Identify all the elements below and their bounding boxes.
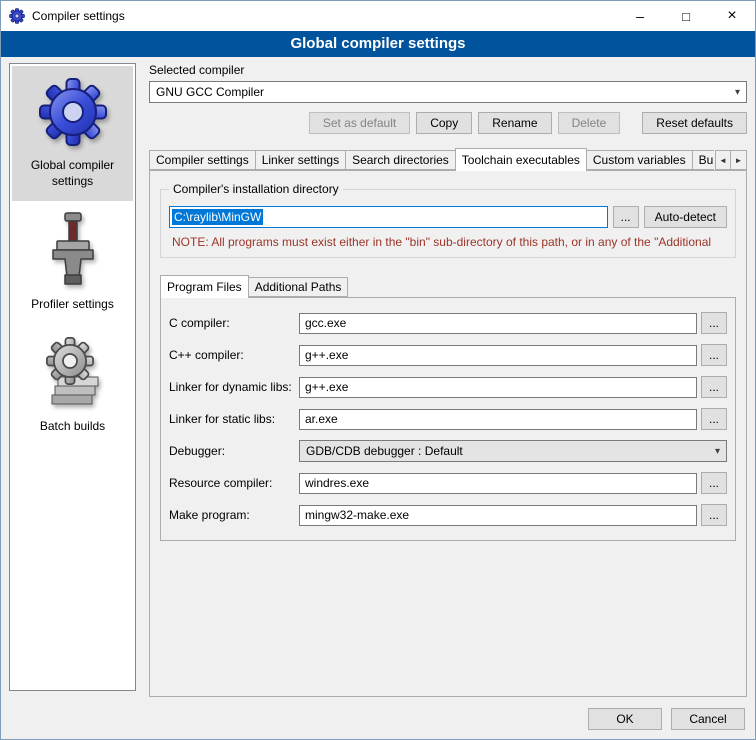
program-files-panel: C compiler: gcc.exe ... C++ compiler: g+…: [160, 297, 736, 541]
install-dir-input[interactable]: C:\raylib\MinGW: [169, 206, 608, 228]
linker-static-value: ar.exe: [305, 412, 338, 426]
c-compiler-browse-button[interactable]: ...: [701, 312, 727, 334]
toolchain-executables-panel: Compiler's installation directory C:\ray…: [149, 170, 747, 697]
tab-toolchain-executables[interactable]: Toolchain executables: [455, 148, 587, 171]
main-panel: Selected compiler GNU GCC Compiler ▾ Set…: [149, 63, 747, 697]
linker-dynamic-label: Linker for dynamic libs:: [167, 380, 295, 394]
settings-category-list: Global compiler settings Profiler se: [9, 63, 136, 691]
settings-tab-bar: Compiler settings Linker settings Search…: [149, 148, 747, 171]
debugger-value: GDB/CDB debugger : Default: [306, 444, 463, 458]
linker-dynamic-value: g++.exe: [305, 380, 348, 394]
cpp-compiler-label: C++ compiler:: [167, 348, 295, 362]
c-compiler-label: C compiler:: [167, 316, 295, 330]
selected-compiler-label: Selected compiler: [149, 63, 747, 77]
linker-dynamic-browse-button[interactable]: ...: [701, 376, 727, 398]
dialog-header: Global compiler settings: [1, 31, 755, 57]
tab-scroll-right-button[interactable]: ►: [731, 150, 747, 170]
resource-compiler-label: Resource compiler:: [167, 476, 295, 490]
make-program-label: Make program:: [167, 508, 295, 522]
sidebar-item-label: Profiler settings: [31, 297, 114, 313]
dialog-footer: OK Cancel: [588, 708, 745, 730]
maximize-button[interactable]: □: [663, 1, 709, 31]
title-bar: Compiler settings – □ ×: [1, 1, 755, 31]
program-files-tab-bar: Program Files Additional Paths: [160, 275, 736, 298]
selected-compiler-value: GNU GCC Compiler: [156, 85, 264, 99]
tab-program-files[interactable]: Program Files: [160, 275, 249, 298]
resource-compiler-browse-button[interactable]: ...: [701, 472, 727, 494]
make-program-browse-button[interactable]: ...: [701, 504, 727, 526]
toolchain-fields: C compiler: gcc.exe ... C++ compiler: g+…: [167, 312, 727, 526]
sidebar-item-profiler-settings[interactable]: Profiler settings: [12, 201, 133, 325]
batch-builds-gear-icon: [40, 335, 106, 409]
dialog-body: Global compiler settings Profiler se: [1, 57, 755, 739]
sidebar-item-global-compiler-settings[interactable]: Global compiler settings: [12, 66, 133, 201]
cpp-compiler-browse-button[interactable]: ...: [701, 344, 727, 366]
linker-static-input[interactable]: ar.exe: [299, 409, 697, 430]
chevron-down-icon: ▾: [735, 87, 740, 98]
app-icon: [9, 8, 25, 24]
chevron-down-icon: ▾: [715, 446, 720, 457]
tab-scroll-left-button[interactable]: ◄: [715, 150, 731, 170]
debugger-select[interactable]: GDB/CDB debugger : Default ▾: [299, 440, 727, 462]
global-compiler-gear-icon: [37, 76, 109, 148]
debugger-label: Debugger:: [167, 444, 295, 458]
installation-directory-group: Compiler's installation directory C:\ray…: [160, 189, 736, 258]
sidebar-item-label: Global compiler settings: [16, 158, 129, 189]
copy-button[interactable]: Copy: [416, 112, 472, 134]
minimize-button[interactable]: –: [617, 1, 663, 31]
rename-button[interactable]: Rename: [478, 112, 551, 134]
ok-button[interactable]: OK: [588, 708, 662, 730]
cpp-compiler-input[interactable]: g++.exe: [299, 345, 697, 366]
linker-static-browse-button[interactable]: ...: [701, 408, 727, 430]
make-program-value: mingw32-make.exe: [305, 508, 409, 522]
caption-buttons: – □ ×: [617, 1, 755, 31]
close-button[interactable]: ×: [709, 1, 755, 31]
installation-directory-group-title: Compiler's installation directory: [169, 182, 343, 196]
window-title: Compiler settings: [32, 9, 125, 23]
install-dir-selected-text: C:\raylib\MinGW: [172, 209, 263, 225]
installation-directory-row: C:\raylib\MinGW ... Auto-detect: [169, 206, 727, 228]
auto-detect-button[interactable]: Auto-detect: [644, 206, 727, 228]
tab-additional-paths[interactable]: Additional Paths: [248, 277, 349, 297]
linker-dynamic-input[interactable]: g++.exe: [299, 377, 697, 398]
note-text: NOTE: All programs must exist either in …: [169, 235, 727, 249]
tab-search-directories[interactable]: Search directories: [345, 150, 456, 170]
c-compiler-input[interactable]: gcc.exe: [299, 313, 697, 334]
sidebar-item-batch-builds[interactable]: Batch builds: [12, 325, 133, 447]
cpp-compiler-value: g++.exe: [305, 348, 348, 362]
tab-linker-settings[interactable]: Linker settings: [255, 150, 346, 170]
tab-scroll-arrows: ◄ ►: [714, 150, 747, 170]
sidebar-item-label: Batch builds: [40, 419, 105, 435]
selected-compiler-combobox[interactable]: GNU GCC Compiler ▾: [149, 81, 747, 103]
delete-button[interactable]: Delete: [558, 112, 621, 134]
linker-static-label: Linker for static libs:: [167, 412, 295, 426]
resource-compiler-value: windres.exe: [305, 476, 369, 490]
c-compiler-value: gcc.exe: [305, 316, 346, 330]
tab-custom-variables[interactable]: Custom variables: [586, 150, 693, 170]
compiler-settings-dialog: Compiler settings – □ × Global compiler …: [0, 0, 756, 740]
reset-defaults-button[interactable]: Reset defaults: [642, 112, 747, 134]
profiler-tool-icon: [43, 211, 103, 287]
make-program-input[interactable]: mingw32-make.exe: [299, 505, 697, 526]
compiler-action-buttons: Set as default Copy Rename Delete Reset …: [149, 112, 747, 134]
cancel-button[interactable]: Cancel: [671, 708, 745, 730]
resource-compiler-input[interactable]: windres.exe: [299, 473, 697, 494]
tab-compiler-settings[interactable]: Compiler settings: [149, 150, 256, 170]
install-dir-browse-button[interactable]: ...: [613, 206, 639, 228]
set-as-default-button[interactable]: Set as default: [309, 112, 410, 134]
